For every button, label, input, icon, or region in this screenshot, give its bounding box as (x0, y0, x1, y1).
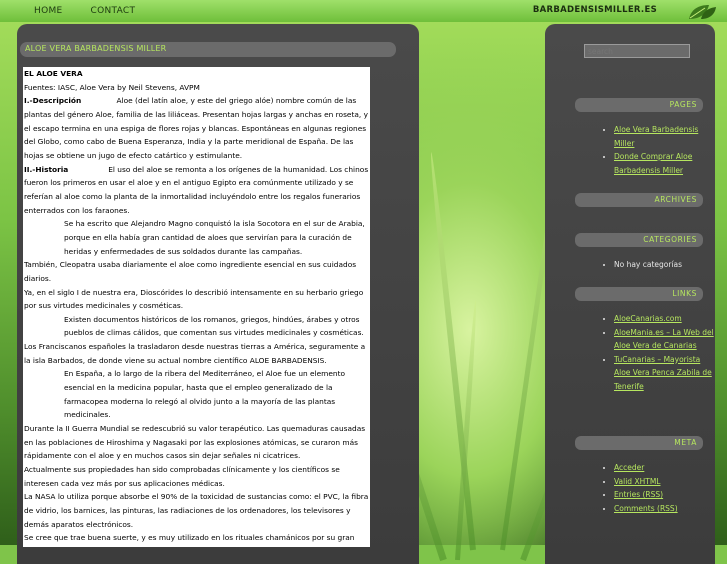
categories-list: No hay categorías (600, 258, 716, 272)
nav-home-link[interactable]: HOME (34, 6, 63, 16)
descripcion-label: I.-Descripción (24, 96, 82, 106)
links-title: LINKS (672, 289, 697, 298)
archives-widget-title: ARCHIVES (575, 193, 703, 207)
suerte-paragraph: Se cree que trae buena suerte, y es muy … (24, 533, 355, 543)
link-aloecanarias[interactable]: AloeCanarias.com (614, 314, 682, 323)
post-content: EL ALOE VERA Fuentes: IASC, Aloe Vera by… (23, 67, 370, 547)
link-tucanarias[interactable]: TuCanarias – Mayorista Aloe Vera Penca Z… (614, 355, 712, 391)
pages-list: Aloe Vera Barbadensis Miller Donde Compr… (600, 123, 716, 177)
site-brand[interactable]: BARBADENSISMILLER.ES (533, 5, 657, 15)
main-nav: HOME CONTACT (22, 0, 163, 22)
list-item: Aloe Vera Barbadensis Miller (614, 123, 716, 150)
list-item: No hay categorías (614, 258, 716, 272)
list-item: Donde Comprar Aloe Barbadensis Miller (614, 150, 716, 177)
meta-link-acceder[interactable]: Acceder (614, 463, 644, 472)
categories-empty: No hay categorías (614, 260, 683, 269)
cleopatra-paragraph: También, Cleopatra usaba diariamente el … (24, 260, 357, 283)
pages-title: PAGES (669, 100, 697, 109)
franciscanos-paragraph: Los Franciscanos españoles la trasladaro… (24, 342, 366, 365)
descripcion-text: Aloe (del latín aloe, y este del griego … (24, 96, 368, 160)
links-list: AloeCanarias.com AloeMania.es – La Web d… (600, 312, 716, 393)
nasa-paragraph: La NASA lo utiliza porque absorbe el 90%… (24, 492, 369, 529)
actualmente-paragraph: Actualmente sus propiedades han sido com… (24, 465, 340, 488)
links-widget-title: LINKS (575, 287, 703, 301)
post-title-bar: ALOE VERA BARBADENSIS MILLER (20, 42, 396, 57)
alejandro-paragraph: Se ha escrito que Alejandro Magno conqui… (64, 219, 365, 256)
meta-list: Acceder Valid XHTML Entries (RSS) Commen… (600, 461, 716, 515)
search-input[interactable] (584, 44, 690, 58)
top-navigation-bar: HOME CONTACT BARBADENSISMILLER.ES (0, 0, 727, 22)
historia-label: II.-Historia (24, 164, 69, 174)
content-sources: Fuentes: IASC, Aloe Vera by Neil Stevens… (24, 82, 200, 92)
categories-widget-title: CATEGORIES (575, 233, 703, 247)
list-item: Valid XHTML (614, 475, 716, 489)
post-title[interactable]: ALOE VERA BARBADENSIS MILLER (25, 44, 166, 53)
archives-title: ARCHIVES (654, 195, 697, 204)
nav-contact-link[interactable]: CONTACT (91, 6, 136, 16)
content-heading: EL ALOE VERA (24, 69, 83, 78)
list-item: Comments (RSS) (614, 502, 716, 516)
meta-widget-title: META (575, 436, 703, 450)
dioscorides-paragraph: Ya, en el siglo I de nuestra era, Dioscó… (24, 287, 364, 311)
descripcion-paragraph: I.-Descripción Aloe (del latín aloe, y e… (24, 94, 370, 162)
meta-title: META (674, 438, 697, 447)
espana-paragraph: En España, a lo largo de la ribera del M… (64, 369, 346, 420)
list-item: TuCanarias – Mayorista Aloe Vera Penca Z… (614, 353, 716, 394)
historia-paragraph: II.-Historia El uso del aloe se remonta … (24, 163, 370, 218)
page-link-aloe-vera[interactable]: Aloe Vera Barbadensis Miller (614, 125, 698, 148)
meta-link-valid-xhtml[interactable]: Valid XHTML (614, 477, 660, 486)
page-link-donde-comprar[interactable]: Donde Comprar Aloe Barbadensis Miller (614, 152, 692, 175)
meta-link-entries-rss[interactable]: Entries (RSS) (614, 490, 663, 499)
meta-link-comments-rss[interactable]: Comments (RSS) (614, 504, 678, 513)
list-item: Acceder (614, 461, 716, 475)
historia-text: El uso del aloe se remonta a los orígene… (24, 164, 369, 215)
documentos-paragraph: Existen documentos históricos de los rom… (64, 314, 364, 338)
guerra-paragraph: Durante la II Guerra Mundial se redescub… (24, 424, 366, 461)
pages-widget-title: PAGES (575, 98, 703, 112)
leaf-icon (689, 5, 716, 19)
list-item: AloeMania.es – La Web del Aloe Vera de C… (614, 326, 716, 353)
list-item: AloeCanarias.com (614, 312, 716, 326)
grass-blade (428, 151, 476, 551)
categories-title: CATEGORIES (643, 235, 697, 244)
list-item: Entries (RSS) (614, 488, 716, 502)
link-aloemania[interactable]: AloeMania.es – La Web del Aloe Vera de C… (614, 328, 714, 351)
